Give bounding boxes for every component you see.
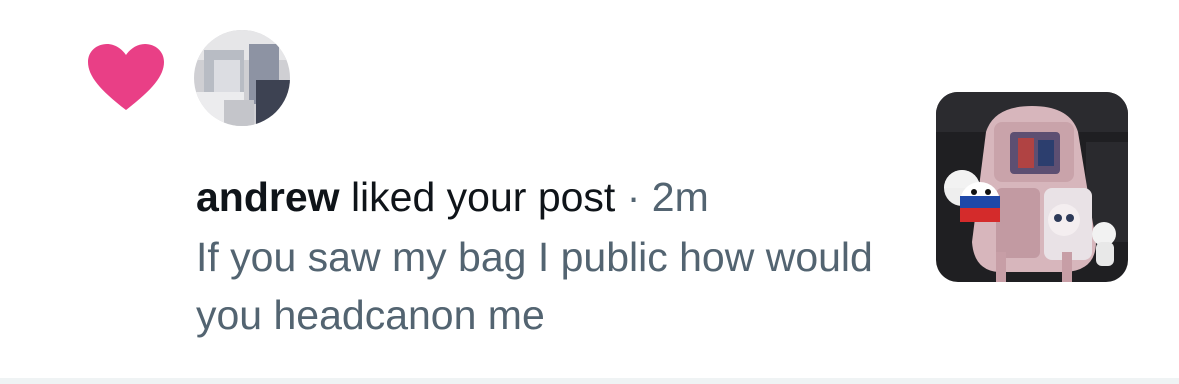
notification-text: andrew liked your post · 2m If you saw m… <box>196 168 896 344</box>
avatar-image <box>194 30 290 126</box>
row-divider <box>0 378 1179 384</box>
avatar[interactable] <box>194 30 290 126</box>
timestamp: 2m <box>651 174 709 220</box>
heart-icon <box>88 44 164 110</box>
action-text: liked your post <box>350 174 616 220</box>
notification-headline: andrew liked your post · 2m <box>196 168 896 226</box>
username-link[interactable]: andrew <box>196 174 340 220</box>
notification-item[interactable]: andrew liked your post · 2m If you saw m… <box>0 0 1179 378</box>
separator-dot: · <box>626 174 641 220</box>
post-thumbnail[interactable] <box>936 92 1128 282</box>
post-thumbnail-image <box>936 92 1128 282</box>
post-snippet[interactable]: If you saw my bag I public how would you… <box>196 228 896 344</box>
